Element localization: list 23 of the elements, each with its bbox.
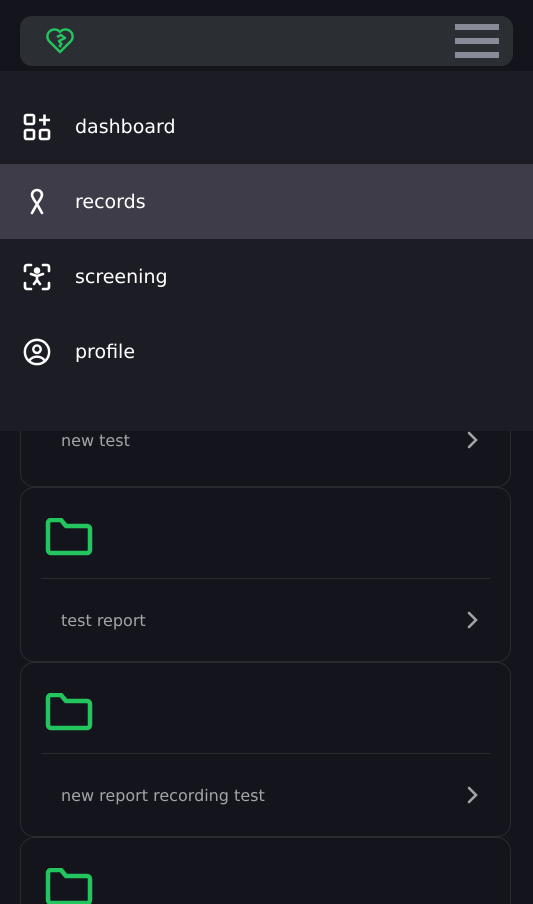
menu-label: dashboard [75,116,176,138]
menu-label: profile [75,340,136,362]
menu-label: records [75,190,146,212]
record-title: new test [61,431,130,450]
grid-plus-icon [23,112,51,140]
menu-item[interactable]: screening [0,239,533,314]
menu-item[interactable]: dashboard [0,89,533,164]
record-card[interactable]: new report recording test [20,662,511,837]
menu-item[interactable]: profile [0,314,533,389]
menu-label: screening [75,266,168,288]
folder-icon [45,693,93,731]
chevron-right-icon[interactable] [466,611,478,629]
user-circle-icon [23,336,51,366]
body-scan-icon [23,262,51,290]
folder-icon [45,518,93,556]
record-title: test report [61,610,146,630]
menu-button[interactable] [455,24,499,58]
chevron-right-icon[interactable] [466,431,478,449]
record-title: new report recording test [61,786,265,804]
folder-icon [45,868,93,904]
menu-item[interactable]: records [0,164,533,239]
chevron-right-icon[interactable] [466,786,478,804]
record-card[interactable]: test report [20,487,511,662]
